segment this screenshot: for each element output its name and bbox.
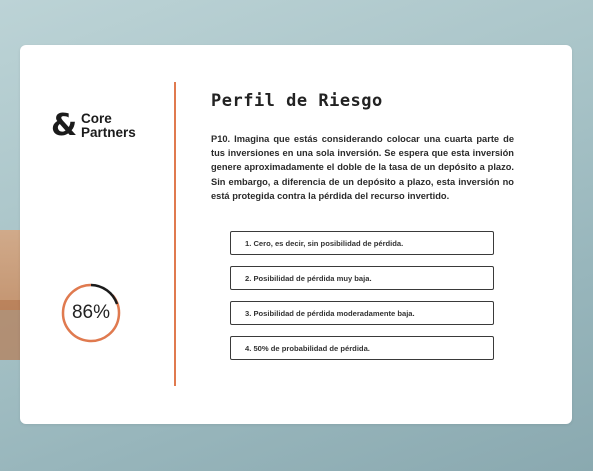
vertical-divider <box>174 82 176 386</box>
question-text: P10. Imagina que estás considerando colo… <box>211 134 514 201</box>
page-title: Perfil de Riesgo <box>211 91 383 111</box>
answer-option-1[interactable]: 1. Cero, es decir, sin posibilidad de pé… <box>230 231 494 255</box>
brand-name-line1: Core <box>81 111 112 126</box>
answer-option-2[interactable]: 2. Posibilidad de pérdida muy baja. <box>230 266 494 290</box>
brand-name: Core Partners <box>81 112 136 140</box>
brand-name-line2: Partners <box>81 125 136 140</box>
brand-logo: & Core Partners <box>51 111 136 141</box>
progress-ring: 86% <box>60 282 122 344</box>
ampersand-logo-icon: & <box>51 108 78 143</box>
survey-card: & Core Partners 86% Perfil de Riesgo P10… <box>20 45 572 424</box>
progress-percent: 86% <box>71 302 111 323</box>
answer-options: 1. Cero, es decir, sin posibilidad de pé… <box>230 231 494 371</box>
answer-option-3[interactable]: 3. Posibilidad de pérdida moderadamente … <box>230 301 494 325</box>
answer-option-4[interactable]: 4. 50% de probabilidad de pérdida. <box>230 336 494 360</box>
